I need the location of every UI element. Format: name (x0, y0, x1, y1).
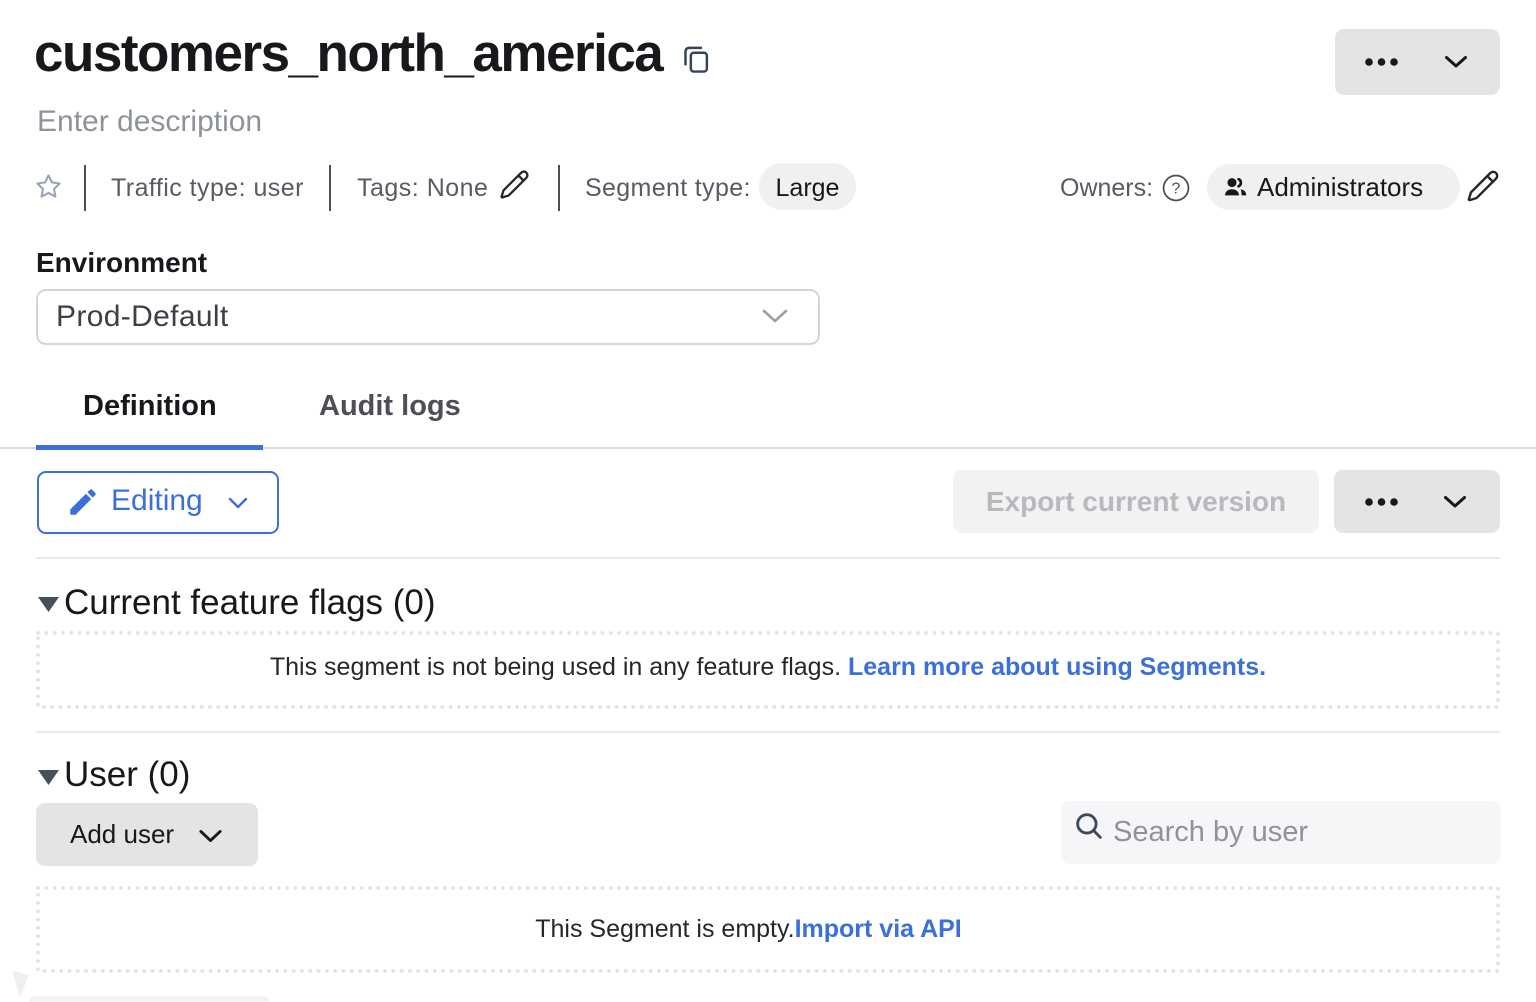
svg-text:?: ? (1172, 180, 1181, 197)
